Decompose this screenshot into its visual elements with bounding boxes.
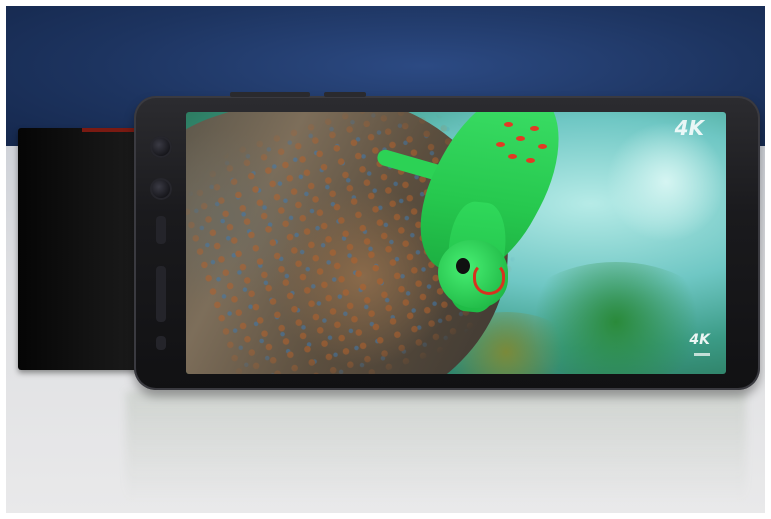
4k-logo-bottom: 4K (689, 332, 710, 348)
phone-top-bezel (142, 116, 182, 366)
gecko-spot (504, 122, 513, 127)
sensor-icon (150, 178, 172, 200)
power-button (324, 92, 366, 97)
gecko-spot (508, 154, 517, 159)
volume-button (230, 92, 310, 97)
gecko-spot (526, 158, 535, 163)
gecko-spot (530, 126, 539, 131)
sensor-slot (156, 336, 166, 350)
phone-reflection (126, 391, 746, 501)
earpiece-grille (156, 216, 166, 244)
gecko-spot (538, 144, 547, 149)
4k-logo-underline (694, 353, 710, 356)
smartphone: 4K 4K (134, 92, 760, 390)
bokeh-highlight (606, 122, 726, 242)
second-screen (156, 266, 166, 322)
box-red-stripe (82, 128, 142, 132)
gecko-red-marking (473, 263, 505, 295)
gecko-spot (496, 142, 505, 147)
front-camera-icon (150, 136, 172, 158)
4k-logo-top: 4K (674, 116, 704, 140)
photo: 4K 4K (6, 6, 765, 513)
phone-screen: 4K 4K (186, 112, 726, 374)
gecko-spot (516, 136, 525, 141)
gecko-eye (456, 258, 470, 274)
